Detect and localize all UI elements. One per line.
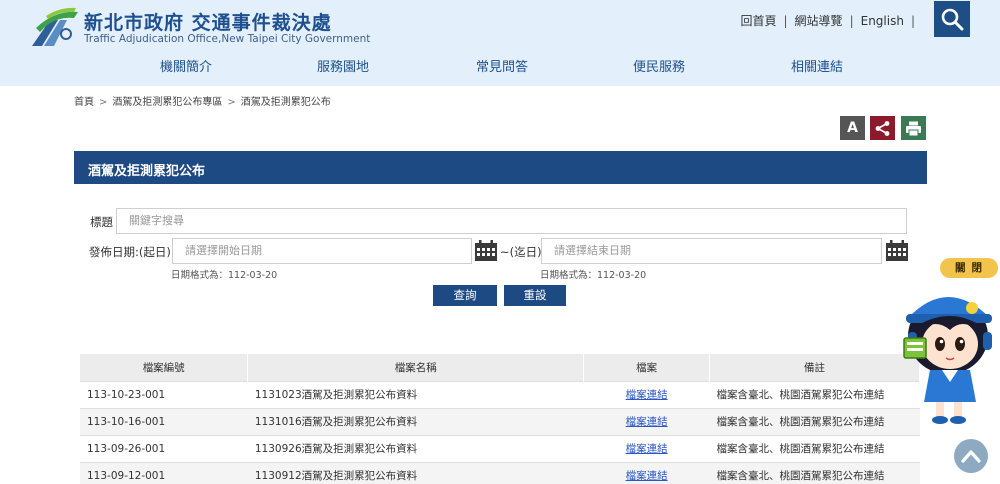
end-date-input[interactable]: 請選擇結束日期 [541, 238, 882, 264]
search-icon [941, 8, 964, 31]
nav-item-public-services[interactable]: 便民服務 [633, 56, 685, 75]
column-header-remarks: 備註 [709, 354, 920, 381]
font-size-button[interactable]: A [840, 116, 865, 140]
results-table: 檔案編號 檔案名稱 檔案 備註 113-10-23-001 1131023酒駕及… [80, 354, 920, 484]
mascot-image[interactable] [896, 278, 1000, 428]
table-row: 113-09-26-001 1130926酒駕及拒測累犯公布資料 檔案連結 檔案… [80, 434, 920, 462]
file-name-cell: 1130912酒駕及拒測累犯公布資料 [247, 461, 584, 484]
file-name-cell: 1130926酒駕及拒測累犯公布資料 [247, 434, 584, 462]
remarks-cell: 檔案含臺北、桃園酒駕累犯公布連結 [709, 434, 920, 462]
keyword-label: 標題 [90, 215, 113, 229]
nav-item-services[interactable]: 服務園地 [317, 56, 369, 75]
reset-button[interactable]: 重設 [504, 285, 566, 306]
print-button[interactable] [901, 116, 926, 140]
table-row: 113-09-12-001 1130912酒駕及拒測累犯公布資料 檔案連結 檔案… [80, 461, 920, 484]
home-link[interactable]: 回首頁 [740, 12, 776, 29]
breadcrumb: 首頁 > 酒駕及拒測累犯公布專區 > 酒駕及拒測累犯公布 [74, 93, 331, 108]
site-subtitle: Traffic Adjudication Office,New Taipei C… [84, 33, 371, 45]
date-to-label: ~(迄日) [500, 245, 542, 259]
nav-item-links[interactable]: 相關連結 [791, 56, 843, 75]
start-date-hint: 日期格式為：112-03-20 [171, 270, 278, 281]
remarks-cell: 檔案含臺北、桃園酒駕累犯公布連結 [709, 380, 920, 408]
mascot-close-button[interactable]: 關閉 [940, 258, 998, 278]
divider: | [910, 14, 915, 28]
back-to-top-button[interactable] [954, 439, 988, 473]
nav-item-faq[interactable]: 常見問答 [476, 56, 528, 75]
file-cell: 檔案連結 [583, 407, 710, 435]
site-logo[interactable] [30, 6, 80, 48]
share-button[interactable] [870, 116, 895, 140]
divider: | [783, 14, 788, 28]
keyword-input[interactable]: 關鍵字搜尋 [116, 208, 907, 234]
table-row: 113-10-23-001 1131023酒駕及拒測累犯公布資料 檔案連結 檔案… [80, 380, 920, 408]
file-number-cell: 113-10-23-001 [80, 380, 248, 408]
search-submit-button[interactable]: 查詢 [433, 285, 497, 306]
chevron-right-icon: > [227, 97, 236, 108]
top-links: 回首頁 | 網站導覽 | English | [740, 12, 922, 29]
column-header-file-name: 檔案名稱 [247, 354, 585, 381]
remarks-cell: 檔案含臺北、桃園酒駕累犯公布連結 [709, 407, 920, 435]
chevron-up-icon [961, 450, 981, 463]
column-header-file: 檔案 [583, 354, 711, 381]
table-header-row: 檔案編號 檔案名稱 檔案 備註 [80, 354, 920, 381]
breadcrumb-section[interactable]: 酒駕及拒測累犯公布專區 [112, 97, 222, 108]
breadcrumb-home[interactable]: 首頁 [74, 97, 94, 108]
print-icon [906, 121, 921, 137]
date-label: 發佈日期:(起日) [89, 245, 171, 259]
start-date-input[interactable]: 請選擇開始日期 [172, 238, 472, 264]
site-header: 新北市政府 交通事件裁決處 Traffic Adjudication Offic… [0, 0, 1000, 86]
calendar-icon[interactable] [474, 240, 498, 262]
file-cell: 檔案連結 [583, 380, 710, 408]
site-title[interactable]: 新北市政府 交通事件裁決處 [84, 8, 332, 35]
chevron-right-icon: > [99, 97, 108, 108]
file-link[interactable]: 檔案連結 [626, 470, 668, 482]
search-button[interactable] [934, 1, 970, 37]
file-number-cell: 113-09-26-001 [80, 434, 248, 462]
english-link[interactable]: English [861, 14, 904, 28]
remarks-cell: 檔案含臺北、桃園酒駕累犯公布連結 [709, 461, 920, 484]
file-link[interactable]: 檔案連結 [626, 389, 668, 401]
page-title: 酒駕及拒測累犯公布 [88, 164, 206, 179]
file-link[interactable]: 檔案連結 [626, 416, 668, 428]
file-number-cell: 113-10-16-001 [80, 407, 248, 435]
file-cell: 檔案連結 [583, 461, 710, 484]
table-row: 113-10-16-001 1131016酒駕及拒測累犯公布資料 檔案連結 檔案… [80, 407, 920, 435]
section-header: 酒駕及拒測累犯公布 [74, 151, 927, 184]
file-name-cell: 1131023酒駕及拒測累犯公布資料 [247, 380, 584, 408]
nav-item-about[interactable]: 機關簡介 [160, 56, 212, 75]
main-nav: 機關簡介 服務園地 常見問答 便民服務 相關連結 [0, 56, 1000, 76]
sitemap-link[interactable]: 網站導覽 [795, 12, 843, 29]
column-header-file-number: 檔案編號 [80, 354, 249, 381]
breadcrumb-current[interactable]: 酒駕及拒測累犯公布 [241, 97, 331, 108]
file-number-cell: 113-09-12-001 [80, 461, 248, 484]
file-cell: 檔案連結 [583, 434, 710, 462]
file-link[interactable]: 檔案連結 [626, 443, 668, 455]
end-date-hint: 日期格式為：112-03-20 [540, 270, 647, 281]
file-name-cell: 1131016酒駕及拒測累犯公布資料 [247, 407, 584, 435]
divider: | [849, 14, 854, 28]
share-icon [875, 121, 890, 136]
calendar-icon[interactable] [885, 240, 909, 262]
